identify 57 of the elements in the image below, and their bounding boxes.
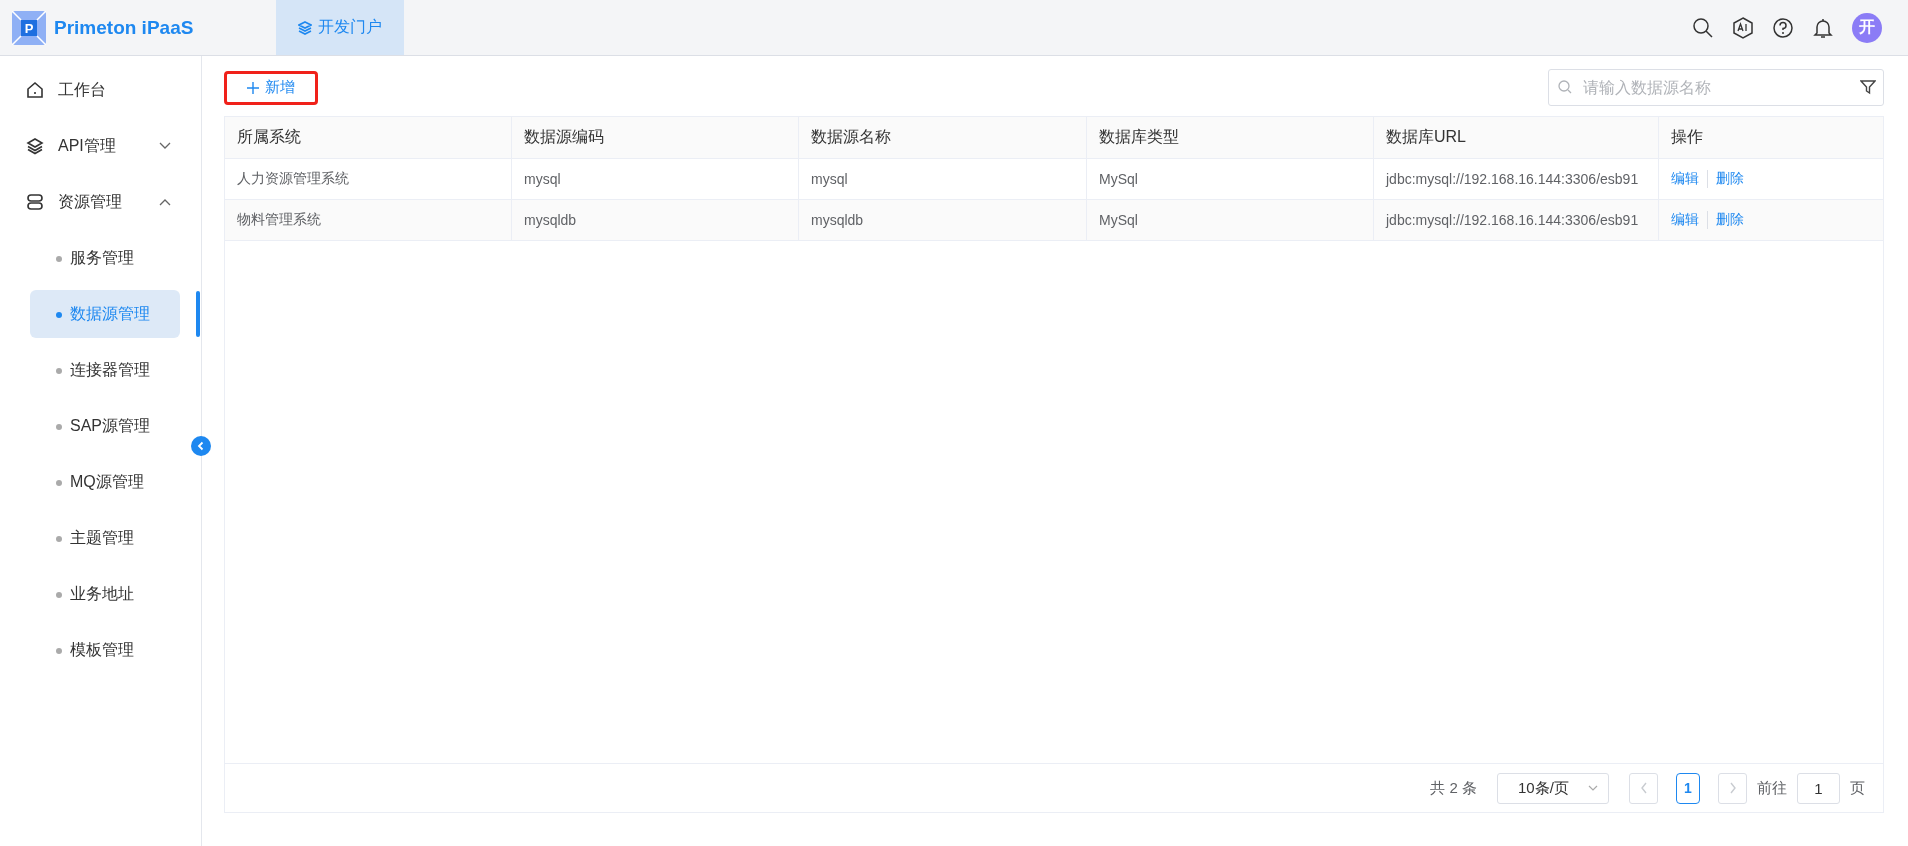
table-cell: jdbc:mysql://192.168.16.144:3306/esb91: [1374, 159, 1659, 199]
filter-icon: [1860, 79, 1876, 95]
column-header: 数据库URL: [1374, 117, 1659, 158]
chevron-left-icon: [196, 441, 206, 451]
chevron-down-icon: [1588, 785, 1598, 791]
column-header: 数据源名称: [799, 117, 1087, 158]
column-header: 操作: [1670, 127, 1704, 147]
chevron-right-icon: [1728, 782, 1737, 794]
layers-icon: [26, 137, 44, 155]
delete-link[interactable]: 删除: [1708, 211, 1752, 229]
sidebar-subitem[interactable]: 连接器管理: [30, 346, 180, 394]
plus-icon: [247, 81, 259, 94]
table-cell: jdbc:mysql://192.168.16.144:3306/esb91: [1374, 200, 1659, 240]
table-cell: 人力资源管理系统: [225, 159, 512, 199]
logo-icon: P: [12, 10, 46, 45]
edit-link[interactable]: 编辑: [1671, 170, 1708, 188]
edit-link[interactable]: 编辑: [1671, 211, 1708, 229]
column-header: 数据源编码: [512, 117, 799, 158]
table-cell: mysql: [512, 159, 799, 199]
table-cell: MySql: [1087, 159, 1374, 199]
goto-label: 前往: [1757, 778, 1787, 798]
page-size-select[interactable]: 10条/页: [1497, 772, 1609, 804]
search-field[interactable]: 请输入数据源名称: [1548, 69, 1884, 106]
home-icon: [26, 81, 44, 99]
ai-hexagon-icon: [1732, 16, 1754, 39]
goto-page-field[interactable]: 1: [1797, 772, 1840, 804]
sidebar-subitem[interactable]: 模板管理: [30, 626, 180, 674]
page-suffix: 页: [1850, 778, 1865, 798]
sidebar-subitem[interactable]: 业务地址: [30, 570, 180, 618]
table-cell: MySql: [1087, 200, 1374, 240]
active-indicator: [196, 291, 200, 337]
table-cell: mysqldb: [512, 200, 799, 240]
sidebar-item[interactable]: 工作台: [0, 62, 201, 118]
table-cell: 物料管理系统: [225, 200, 512, 240]
collapse-sidebar-button[interactable]: [191, 436, 211, 456]
sidebar-item[interactable]: 资源管理: [0, 174, 201, 230]
server-icon: [26, 193, 44, 211]
total-count: 共 2 条: [1430, 778, 1477, 798]
table-cell: mysqldb: [799, 200, 1087, 240]
chevron-left-icon: [1639, 782, 1648, 794]
bell-icon: [1812, 16, 1834, 39]
add-button[interactable]: 新增: [224, 70, 318, 105]
logo-text: Primeton iPaaS: [54, 16, 194, 39]
column-header: 数据库类型: [1087, 117, 1374, 158]
sidebar-subitem[interactable]: MQ源管理: [30, 458, 180, 506]
sidebar-subitem[interactable]: 主题管理: [30, 514, 180, 562]
column-header: 所属系统: [225, 117, 512, 158]
sidebar-subitem[interactable]: 服务管理: [30, 234, 180, 282]
help-icon: [1772, 16, 1794, 39]
table-cell: mysql: [799, 159, 1087, 199]
sidebar-item[interactable]: API管理: [0, 118, 201, 174]
search-icon: [1558, 80, 1572, 94]
delete-link[interactable]: 删除: [1708, 170, 1752, 188]
page-number[interactable]: 1: [1676, 772, 1700, 804]
search-icon: [1692, 16, 1714, 39]
layers-icon: [298, 20, 312, 35]
sidebar-subitem[interactable]: SAP源管理: [30, 402, 180, 450]
